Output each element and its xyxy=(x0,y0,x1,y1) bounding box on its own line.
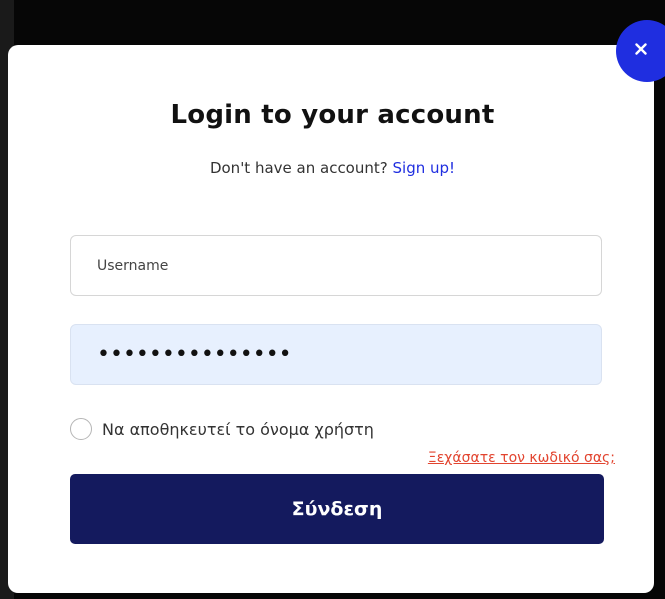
signup-prompt-line: Don't have an account? Sign up! xyxy=(0,159,665,177)
close-icon xyxy=(635,43,647,55)
remember-username-label: Να αποθηκευτεί το όνομα χρήστη xyxy=(102,419,374,439)
modal-title: Login to your account xyxy=(170,100,495,130)
remember-username-checkbox[interactable] xyxy=(70,418,92,440)
signup-prompt: Don't have an account? xyxy=(209,159,388,177)
signup-link[interactable]: Sign up! xyxy=(393,159,456,177)
login-submit-button[interactable]: Σύνδεση xyxy=(70,474,604,544)
password-input[interactable] xyxy=(70,324,602,385)
forgot-password-link[interactable]: Ξεχάσατε τον κωδικό σας; xyxy=(428,450,615,466)
remember-username-row: Να αποθηκευτεί το όνομα χρήστη xyxy=(70,418,374,440)
username-input[interactable] xyxy=(70,235,602,296)
